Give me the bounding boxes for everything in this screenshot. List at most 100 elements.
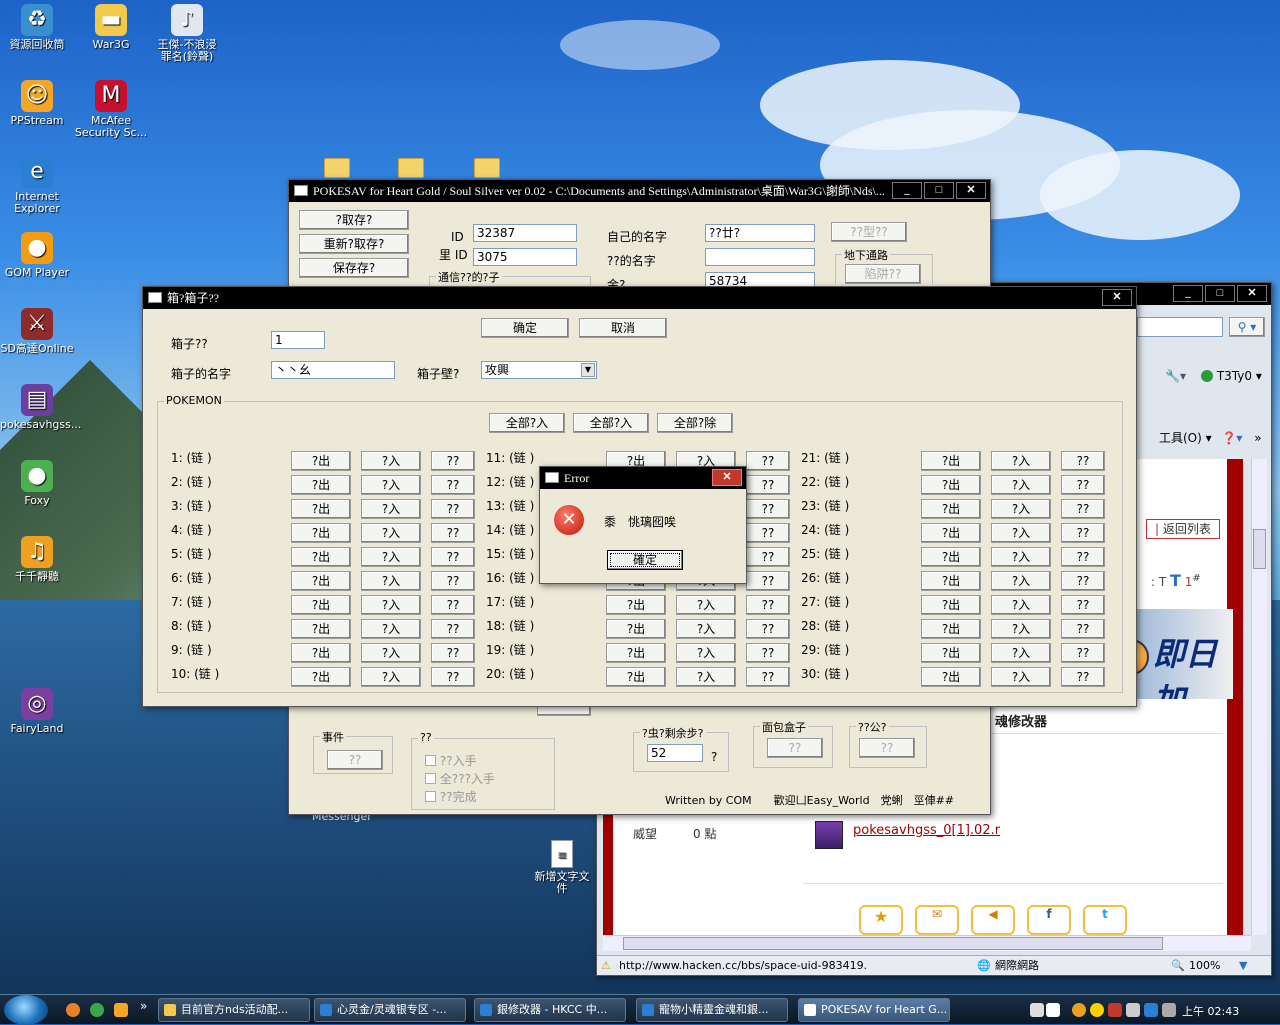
slot-export-button[interactable]: ?出 xyxy=(291,595,351,615)
slot-export-button[interactable]: ?出 xyxy=(921,451,981,471)
slot-export-button[interactable]: ?出 xyxy=(291,547,351,567)
slot-edit-button[interactable]: ?? xyxy=(746,571,790,591)
minimize-button[interactable]: _ xyxy=(892,182,922,199)
close-button[interactable]: ✕ xyxy=(712,469,742,486)
slot-edit-button[interactable]: ?? xyxy=(746,451,790,471)
slot-import-button[interactable]: ?入 xyxy=(991,595,1051,615)
twitter-share-icon[interactable]: t xyxy=(1083,905,1127,935)
slot-edit-button[interactable]: ?? xyxy=(746,523,790,543)
slot-export-button[interactable]: ?出 xyxy=(606,643,666,663)
slot-edit-button[interactable]: ?? xyxy=(1061,451,1105,471)
help-icon[interactable] xyxy=(1046,1003,1060,1017)
close-button[interactable]: ✕ xyxy=(956,182,986,199)
quicklaunch-firefox-icon[interactable] xyxy=(66,1003,80,1017)
box-number-stepper[interactable]: 1 xyxy=(271,331,325,349)
slot-edit-button[interactable]: ?? xyxy=(1061,499,1105,519)
desktop-icon-new-text[interactable]: ≡ 新增文字文 件 xyxy=(525,840,599,895)
start-button[interactable] xyxy=(4,995,48,1025)
clock[interactable]: 上午 02:43 xyxy=(1182,1003,1239,1019)
slot-edit-button[interactable]: ?? xyxy=(1061,475,1105,495)
search-input[interactable] xyxy=(1137,317,1223,337)
slot-import-button[interactable]: ?入 xyxy=(991,523,1051,543)
slot-edit-button[interactable]: ?? xyxy=(1061,643,1105,663)
help-icon[interactable]: ❓▾ xyxy=(1221,431,1242,445)
secret-id-field[interactable]: 3075 xyxy=(473,248,577,266)
checkbox[interactable] xyxy=(425,791,436,802)
trap-button[interactable]: 陷阱?? xyxy=(845,264,921,284)
vertical-scrollbar[interactable] xyxy=(1251,459,1267,935)
mail-share-icon[interactable]: ✉ xyxy=(915,905,959,935)
slot-import-button[interactable]: ?入 xyxy=(676,619,736,639)
slot-export-button[interactable]: ?出 xyxy=(921,475,981,495)
taskbar-item[interactable]: 銀修改器 - HKCC 中... xyxy=(474,998,626,1022)
quicklaunch-more-icon[interactable]: » xyxy=(140,999,147,1013)
maximize-button[interactable]: □ xyxy=(1205,285,1235,302)
slot-edit-button[interactable]: ?? xyxy=(431,523,475,543)
slot-export-button[interactable]: ?出 xyxy=(291,451,351,471)
slot-import-button[interactable]: ?入 xyxy=(991,571,1051,591)
scroll-thumb[interactable] xyxy=(1253,529,1266,569)
checkbox-item[interactable]: ??完成 xyxy=(425,788,477,805)
slot-edit-button[interactable]: ?? xyxy=(431,619,475,639)
search-button[interactable]: ⚲ ▾ xyxy=(1229,317,1265,337)
desktop-icon[interactable]: ▤ pokesavhgss... xyxy=(0,384,81,431)
qq-icon[interactable] xyxy=(1090,1003,1104,1017)
slot-edit-button[interactable]: ?? xyxy=(431,451,475,471)
slot-import-button[interactable]: ?入 xyxy=(361,499,421,519)
slot-import-button[interactable]: ?入 xyxy=(991,619,1051,639)
slot-import-button[interactable]: ?入 xyxy=(361,571,421,591)
close-button[interactable]: ✕ xyxy=(1237,285,1267,302)
desktop-icon[interactable]: ● GOM Player xyxy=(0,232,74,279)
slot-import-button[interactable]: ?入 xyxy=(991,667,1051,687)
antivirus-icon[interactable] xyxy=(1108,1003,1122,1017)
slot-edit-button[interactable]: ?? xyxy=(746,667,790,687)
slot-edit-button[interactable]: ?? xyxy=(431,643,475,663)
slot-import-button[interactable]: ?入 xyxy=(991,499,1051,519)
slot-export-button[interactable]: ?出 xyxy=(921,667,981,687)
slot-import-button[interactable]: ?入 xyxy=(361,523,421,543)
slot-edit-button[interactable]: ?? xyxy=(746,475,790,495)
slot-export-button[interactable]: ?出 xyxy=(921,523,981,543)
shield-icon[interactable] xyxy=(1144,1003,1158,1017)
desktop-icon[interactable]: e Internet Explorer xyxy=(0,156,74,215)
slot-edit-button[interactable]: ?? xyxy=(1061,571,1105,591)
slot-import-button[interactable]: ?入 xyxy=(991,547,1051,567)
slot-export-button[interactable]: ?出 xyxy=(606,619,666,639)
id-field[interactable]: 32387 xyxy=(473,224,577,242)
taskbar-item[interactable]: 目前官方nds活动配... xyxy=(158,998,310,1022)
chevron-down-icon[interactable]: ▼ xyxy=(1239,956,1247,976)
wallpaper-select[interactable]: 攻興 ▼ xyxy=(481,361,597,379)
slot-export-button[interactable]: ?出 xyxy=(606,595,666,615)
taskbar-item[interactable]: POKESAV for Heart G... xyxy=(798,998,950,1022)
desktop-icon[interactable]: ◎ FairyLand xyxy=(0,688,74,735)
keyboard-icon[interactable] xyxy=(1030,1003,1044,1017)
slot-export-button[interactable]: ?出 xyxy=(291,475,351,495)
slot-import-button[interactable]: ?入 xyxy=(676,667,736,687)
facebook-share-icon[interactable]: f xyxy=(1027,905,1071,935)
slot-export-button[interactable]: ?出 xyxy=(921,619,981,639)
slot-export-button[interactable]: ?出 xyxy=(606,667,666,687)
slot-import-button[interactable]: ?入 xyxy=(361,475,421,495)
desktop-icon[interactable]: ⚔ SD高達Online xyxy=(0,308,74,355)
bread-button[interactable]: ?? xyxy=(767,738,823,758)
ok-button[interactable]: 确定 xyxy=(481,318,569,338)
slot-edit-button[interactable]: ?? xyxy=(431,547,475,567)
slot-export-button[interactable]: ?出 xyxy=(921,499,981,519)
slot-edit-button[interactable]: ?? xyxy=(746,547,790,567)
checkbox[interactable] xyxy=(425,755,436,766)
cancel-button[interactable]: 取消 xyxy=(579,318,667,338)
box-dialog-titlebar[interactable]: 箱?箱子?? ✕ xyxy=(143,287,1136,309)
slot-import-button[interactable]: ?入 xyxy=(361,619,421,639)
font-size-controls[interactable]: : T T 1# xyxy=(1151,571,1201,590)
slot-export-button[interactable]: ?出 xyxy=(291,499,351,519)
slot-export-button[interactable]: ?出 xyxy=(291,571,351,591)
speaker-icon[interactable] xyxy=(1126,1003,1140,1017)
desktop-icon[interactable]: ▬ War3G xyxy=(74,4,148,51)
volume-icon[interactable] xyxy=(1162,1003,1176,1017)
slot-import-button[interactable]: ?入 xyxy=(991,643,1051,663)
desktop-icon[interactable]: ☺ PPStream xyxy=(0,80,74,127)
favorite-star-icon[interactable]: ★ xyxy=(859,905,903,935)
store-save-button[interactable]: 保存存? xyxy=(299,258,409,278)
slot-export-button[interactable]: ?出 xyxy=(291,619,351,639)
slot-edit-button[interactable]: ?? xyxy=(431,667,475,687)
